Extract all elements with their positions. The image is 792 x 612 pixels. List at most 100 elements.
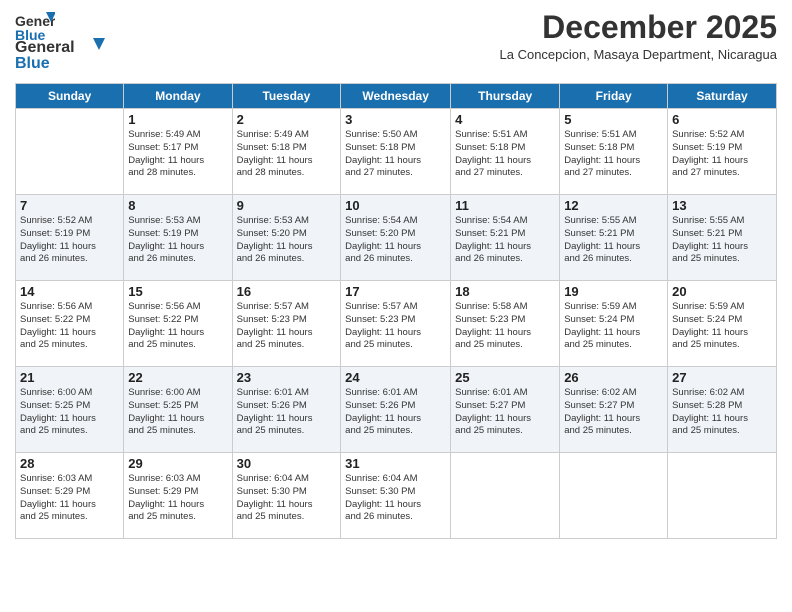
calendar-cell: 22Sunrise: 6:00 AM Sunset: 5:25 PM Dayli… [124,367,232,453]
day-info: Sunrise: 5:56 AM Sunset: 5:22 PM Dayligh… [128,301,227,352]
day-number: 9 [237,198,337,213]
day-number: 1 [128,112,227,127]
day-number: 6 [672,112,772,127]
day-number: 20 [672,284,772,299]
calendar-cell: 20 Sunrise: 5:59 AM Sunset: 5:24 PM Dayli… [668,281,777,367]
logo-svg: General Blue [15,34,105,72]
day-info: Sunrise: 5:51 AM Sunset: 5:18 PM Dayligh… [564,129,663,180]
day-info: Sunrise: 6:01 AM Sunset: 5:26 PM Dayligh… [345,387,446,438]
weekday-header-saturday: Saturday [668,84,777,109]
svg-text:Blue: Blue [15,55,50,72]
calendar-cell: 21Sunrise: 6:00 AM Sunset: 5:25 PM Dayli… [16,367,124,453]
day-info: Sunrise: 5:59 AM Sunset: 5:24 PM Dayligh… [672,301,772,352]
calendar-cell: 18 Sunrise: 5:58 AM Sunset: 5:23 PM Dayli… [451,281,560,367]
calendar-table: SundayMondayTuesdayWednesdayThursdayFrid… [15,83,777,539]
day-info: Sunrise: 5:50 AM Sunset: 5:18 PM Dayligh… [345,129,446,180]
day-number: 23 [237,370,337,385]
day-number: 27 [672,370,772,385]
logo: General Blue General Blue [15,10,105,77]
calendar-week-row: 21Sunrise: 6:00 AM Sunset: 5:25 PM Dayli… [16,367,777,453]
day-info: Sunrise: 6:01 AM Sunset: 5:27 PM Dayligh… [455,387,555,438]
day-info: Sunrise: 6:03 AM Sunset: 5:29 PM Dayligh… [20,473,119,524]
calendar-cell: 17Sunrise: 5:57 AM Sunset: 5:23 PM Dayli… [341,281,451,367]
weekday-header-row: SundayMondayTuesdayWednesdayThursdayFrid… [16,84,777,109]
calendar-cell [451,453,560,539]
month-title: December 2025 [500,10,777,45]
calendar-week-row: 7 Sunrise: 5:52 AM Sunset: 5:19 PM Daylig… [16,195,777,281]
weekday-header-thursday: Thursday [451,84,560,109]
day-info: Sunrise: 6:04 AM Sunset: 5:30 PM Dayligh… [237,473,337,524]
day-number: 25 [455,370,555,385]
calendar-cell: 7 Sunrise: 5:52 AM Sunset: 5:19 PM Daylig… [16,195,124,281]
day-info: Sunrise: 5:59 AM Sunset: 5:24 PM Dayligh… [564,301,663,352]
calendar-cell: 11Sunrise: 5:54 AM Sunset: 5:21 PM Dayli… [451,195,560,281]
calendar-cell: 6Sunrise: 5:52 AM Sunset: 5:19 PM Daylig… [668,109,777,195]
day-number: 8 [128,198,227,213]
day-info: Sunrise: 5:52 AM Sunset: 5:19 PM Dayligh… [20,215,119,266]
day-number: 2 [237,112,337,127]
day-number: 17 [345,284,446,299]
day-info: Sunrise: 6:04 AM Sunset: 5:30 PM Dayligh… [345,473,446,524]
svg-text:General: General [15,39,75,56]
calendar-week-row: 1Sunrise: 5:49 AM Sunset: 5:17 PM Daylig… [16,109,777,195]
calendar-week-row: 14 Sunrise: 5:56 AM Sunset: 5:22 PM Dayli… [16,281,777,367]
calendar-cell: 29 Sunrise: 6:03 AM Sunset: 5:29 PM Dayli… [124,453,232,539]
day-number: 30 [237,456,337,471]
day-number: 12 [564,198,663,213]
day-number: 16 [237,284,337,299]
day-number: 7 [20,198,119,213]
day-info: Sunrise: 5:51 AM Sunset: 5:18 PM Dayligh… [455,129,555,180]
calendar-cell: 23Sunrise: 6:01 AM Sunset: 5:26 PM Dayli… [232,367,341,453]
day-number: 15 [128,284,227,299]
day-info: Sunrise: 5:53 AM Sunset: 5:20 PM Dayligh… [237,215,337,266]
calendar-cell: 9 Sunrise: 5:53 AM Sunset: 5:20 PM Daylig… [232,195,341,281]
day-number: 22 [128,370,227,385]
day-number: 14 [20,284,119,299]
weekday-header-friday: Friday [560,84,668,109]
day-number: 29 [128,456,227,471]
day-number: 18 [455,284,555,299]
title-block: December 2025 La Concepcion, Masaya Depa… [500,10,777,62]
day-number: 10 [345,198,446,213]
day-info: Sunrise: 6:02 AM Sunset: 5:27 PM Dayligh… [564,387,663,438]
calendar-cell: 31 Sunrise: 6:04 AM Sunset: 5:30 PM Dayli… [341,453,451,539]
day-info: Sunrise: 6:03 AM Sunset: 5:29 PM Dayligh… [128,473,227,524]
location: La Concepcion, Masaya Department, Nicara… [500,47,777,62]
day-info: Sunrise: 5:57 AM Sunset: 5:23 PM Dayligh… [237,301,337,352]
calendar-cell: 5 Sunrise: 5:51 AM Sunset: 5:18 PM Daylig… [560,109,668,195]
day-info: Sunrise: 5:53 AM Sunset: 5:19 PM Dayligh… [128,215,227,266]
day-number: 13 [672,198,772,213]
day-number: 11 [455,198,555,213]
day-number: 24 [345,370,446,385]
calendar-cell: 26Sunrise: 6:02 AM Sunset: 5:27 PM Dayli… [560,367,668,453]
calendar-cell: 14Sunrise: 5:56 AM Sunset: 5:22 PM Dayli… [16,281,124,367]
calendar-cell: 27 Sunrise: 6:02 AM Sunset: 5:28 PM Dayli… [668,367,777,453]
weekday-header-wednesday: Wednesday [341,84,451,109]
calendar-cell: 10Sunrise: 5:54 AM Sunset: 5:20 PM Dayli… [341,195,451,281]
calendar-cell: 30 Sunrise: 6:04 AM Sunset: 5:30 PM Dayli… [232,453,341,539]
day-number: 3 [345,112,446,127]
day-info: Sunrise: 5:58 AM Sunset: 5:23 PM Dayligh… [455,301,555,352]
day-info: Sunrise: 5:49 AM Sunset: 5:18 PM Dayligh… [237,129,337,180]
day-info: Sunrise: 5:55 AM Sunset: 5:21 PM Dayligh… [564,215,663,266]
header: General Blue General Blue December 2025 … [15,10,777,77]
calendar-cell: 16 Sunrise: 5:57 AM Sunset: 5:23 PM Dayli… [232,281,341,367]
calendar-cell: 15 Sunrise: 5:56 AM Sunset: 5:22 PM Dayli… [124,281,232,367]
day-info: Sunrise: 6:02 AM Sunset: 5:28 PM Dayligh… [672,387,772,438]
day-number: 31 [345,456,446,471]
calendar-cell: 13Sunrise: 5:55 AM Sunset: 5:21 PM Dayli… [668,195,777,281]
calendar-cell [16,109,124,195]
calendar-cell: 12 Sunrise: 5:55 AM Sunset: 5:21 PM Dayli… [560,195,668,281]
calendar-cell: 4 Sunrise: 5:51 AM Sunset: 5:18 PM Daylig… [451,109,560,195]
weekday-header-tuesday: Tuesday [232,84,341,109]
calendar-cell [668,453,777,539]
calendar-cell: 8 Sunrise: 5:53 AM Sunset: 5:19 PM Daylig… [124,195,232,281]
calendar-cell: 24 Sunrise: 6:01 AM Sunset: 5:26 PM Dayli… [341,367,451,453]
day-number: 4 [455,112,555,127]
calendar-cell: 28 Sunrise: 6:03 AM Sunset: 5:29 PM Dayli… [16,453,124,539]
day-number: 5 [564,112,663,127]
day-number: 28 [20,456,119,471]
weekday-header-sunday: Sunday [16,84,124,109]
page: General Blue General Blue December 2025 … [0,0,792,612]
calendar-cell: 2 Sunrise: 5:49 AM Sunset: 5:18 PM Daylig… [232,109,341,195]
